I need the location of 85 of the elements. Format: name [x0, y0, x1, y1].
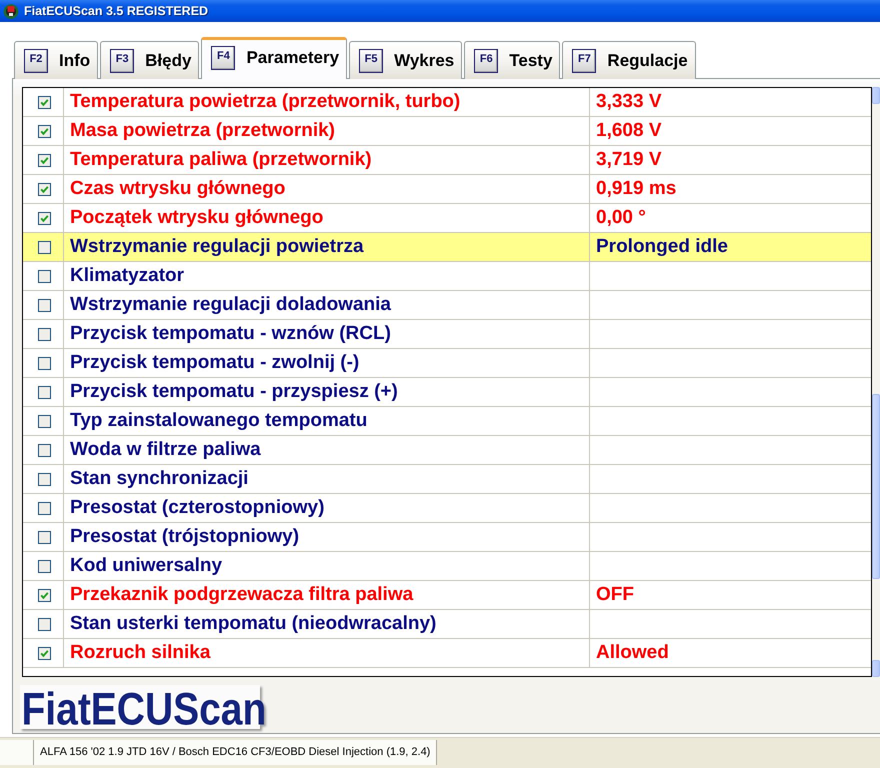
parameter-row[interactable]: Kod uniwersalny [23, 552, 871, 581]
tab[interactable]: F5 Wykres [349, 41, 462, 79]
parameter-row[interactable]: Przycisk tempomatu - wznów (RCL) [23, 320, 871, 349]
checkbox[interactable] [38, 560, 51, 572]
checkbox[interactable] [38, 502, 51, 514]
function-key-badge: F7 [572, 48, 596, 72]
parameter-row[interactable]: Czas wtrysku głównego 0,919 ms [23, 175, 871, 204]
parameter-name: Woda w filtrze paliwa [69, 438, 262, 462]
parameter-row[interactable]: Wstrzymanie regulacji powietrza Prolonged idle [23, 233, 871, 262]
checkbox[interactable] [38, 270, 51, 282]
parameter-row[interactable]: Rozruch silnika Allowed [23, 639, 871, 668]
parameter-row[interactable]: Masa powietrza (przetwornik) 1,608 V [23, 117, 871, 146]
tab[interactable]: F7 Regulacje [562, 41, 696, 79]
checkbox[interactable] [38, 182, 51, 196]
parameter-row[interactable]: Presostat (trójstopniowy) [23, 523, 871, 552]
parameter-value: 3,333 V [595, 90, 662, 114]
parameter-row[interactable]: Typ zainstalowanego tempomatu [23, 407, 871, 436]
parameter-name: Stan usterki tempomatu (nieodwracalny) [69, 612, 438, 636]
parameter-value: OFF [595, 583, 635, 607]
function-key-badge: F6 [474, 48, 498, 72]
parameter-name: Temperatura powietrza (przetwornik, turbo) [69, 90, 462, 114]
status-vehicle-text: ALFA 156 '02 1.9 JTD 16V / Bosch EDC16 CF3/EOBD Diesel Injection (1.9, 2.4) [34, 740, 438, 765]
parameter-row[interactable]: Wstrzymanie regulacji doladowania [23, 291, 871, 320]
parameter-name: Stan synchronizacji [69, 467, 250, 491]
tab[interactable]: F3 Błędy [100, 41, 200, 79]
parameter-name: Przycisk tempomatu - wznów (RCL) [69, 322, 392, 346]
parameter-name: Presostat (trójstopniowy) [69, 525, 300, 549]
parameter-value: 1,608 V [595, 119, 662, 143]
function-key-badge: F5 [359, 48, 384, 72]
function-key-badge: F2 [24, 48, 48, 72]
parameter-row[interactable]: Przycisk tempomatu - zwolnij (-) [23, 349, 871, 378]
function-key-badge: F3 [110, 48, 134, 72]
parameter-name: Presostat (czterostopniowy) [69, 496, 326, 520]
parameter-name: Czas wtrysku głównego [69, 177, 286, 201]
scrollbar[interactable] [872, 87, 880, 677]
tab[interactable]: F4 Parametery [201, 37, 348, 79]
checkbox[interactable] [38, 328, 51, 340]
checkbox[interactable] [38, 212, 51, 224]
parameter-row[interactable]: Temperatura paliwa (przetwornik) 3,719 V [23, 146, 871, 175]
parameter-value: 0,00 ° [595, 206, 647, 230]
parameter-value: 0,919 ms [595, 177, 678, 201]
parameter-row[interactable]: Przekaznik podgrzewacza filtra paliwa OFF [23, 581, 871, 610]
status-pane [0, 740, 34, 765]
parameter-value: Allowed [595, 641, 670, 665]
parameter-name: Temperatura paliwa (przetwornik) [69, 148, 373, 172]
scroll-thumb[interactable] [872, 394, 880, 579]
parameter-value: 3,719 V [595, 148, 662, 172]
checkbox[interactable] [38, 530, 51, 544]
parameter-name: Wstrzymanie regulacji doladowania [69, 293, 392, 317]
parameter-name: Kod uniwersalny [69, 554, 224, 578]
checkbox[interactable] [38, 154, 51, 166]
checkbox[interactable] [38, 356, 51, 370]
parameter-row[interactable]: Przycisk tempomatu - przyspiesz (+) [23, 378, 871, 407]
parameter-name: Masa powietrza (przetwornik) [69, 119, 336, 143]
checkbox[interactable] [38, 472, 51, 486]
parameter-name: Początek wtrysku głównego [69, 206, 324, 230]
tab[interactable]: F6 Testy [464, 41, 560, 79]
parameter-name: Przekaznik podgrzewacza filtra paliwa [69, 583, 414, 607]
checkbox[interactable] [38, 96, 51, 108]
checkbox[interactable] [38, 414, 51, 428]
checkbox[interactable] [38, 646, 51, 660]
parameter-row[interactable]: Presostat (czterostopniowy) [23, 494, 871, 523]
checkbox[interactable] [38, 298, 51, 312]
parameter-row[interactable]: Stan synchronizacji [23, 465, 871, 494]
parameter-name: Klimatyzator [69, 264, 186, 288]
checkbox[interactable] [38, 588, 51, 602]
function-key-badge: F4 [211, 46, 236, 70]
parameter-row[interactable]: Klimatyzator [23, 262, 871, 291]
parameter-row[interactable]: Stan usterki tempomatu (nieodwracalny) [23, 610, 871, 639]
checkbox[interactable] [38, 618, 51, 630]
checkbox[interactable] [38, 124, 51, 138]
parameter-name: Przycisk tempomatu - zwolnij (-) [69, 351, 360, 375]
parameter-value: Prolonged idle [595, 235, 729, 259]
tab[interactable]: F2 Info [14, 41, 98, 79]
parameter-name: Wstrzymanie regulacji powietrza [69, 235, 365, 259]
parameter-name: Przycisk tempomatu - przyspiesz (+) [69, 380, 399, 404]
parameter-name: Rozruch silnika [69, 641, 212, 665]
checkbox[interactable] [38, 386, 51, 398]
app-icon [3, 3, 19, 19]
checkbox[interactable] [38, 444, 51, 456]
window-title: FiatECUScan 3.5 REGISTERED [24, 2, 208, 20]
parameter-row[interactable]: Woda w filtrze paliwa [23, 436, 871, 465]
parameter-name: Typ zainstalowanego tempomatu [69, 409, 368, 433]
checkbox[interactable] [38, 240, 51, 254]
parameter-row[interactable]: Temperatura powietrza (przetwornik, turbo) 3,333 V [23, 88, 871, 117]
